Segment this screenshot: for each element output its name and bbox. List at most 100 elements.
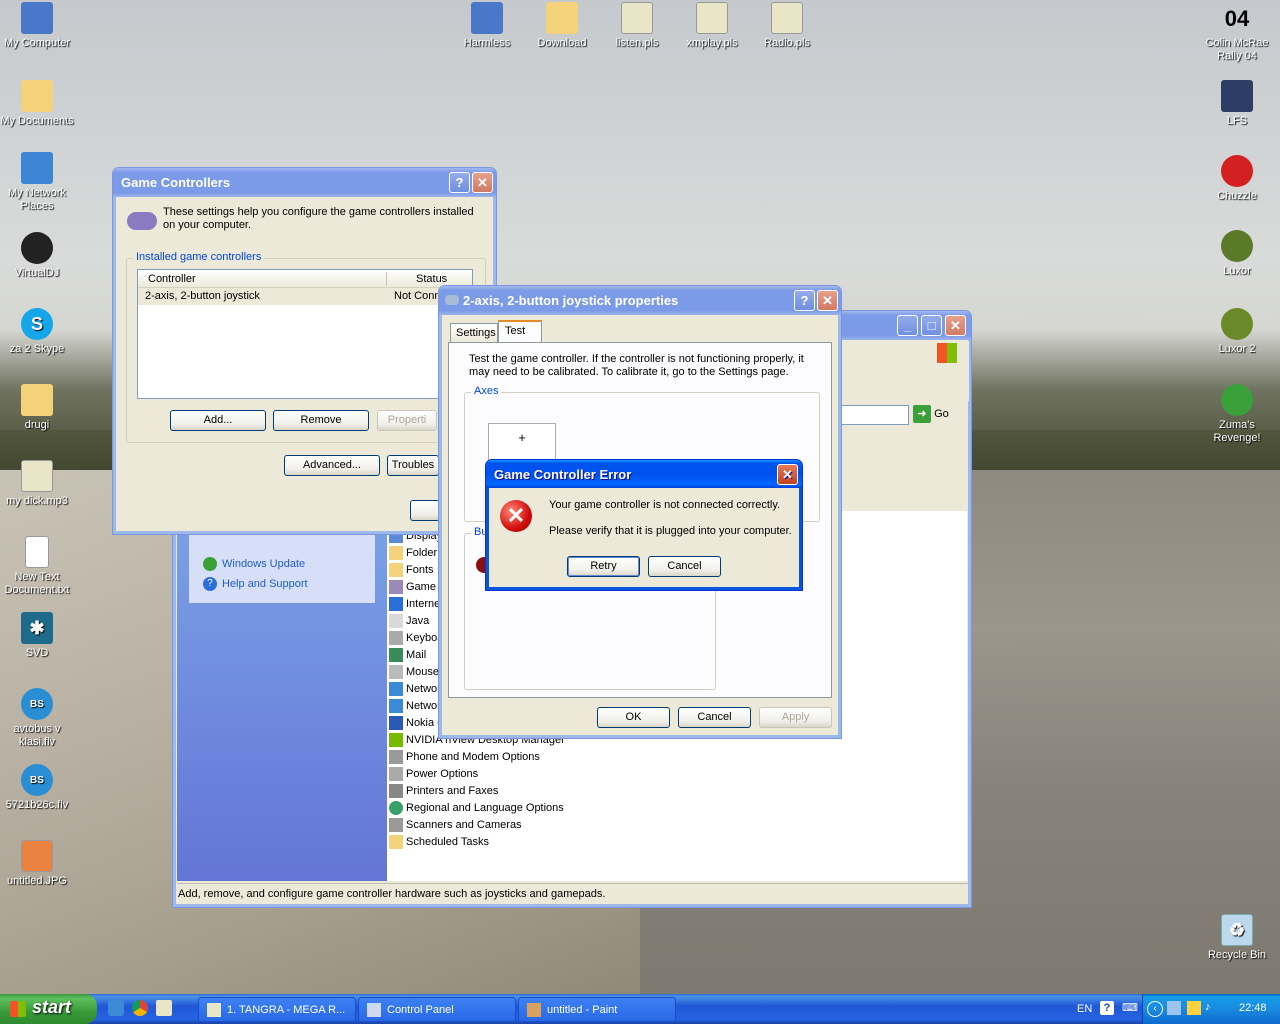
desktop-icon[interactable]: New Text Document.txt: [0, 536, 74, 597]
desktop-icon[interactable]: My Documents: [0, 80, 74, 128]
desktop-icon[interactable]: S za 2 Skype: [0, 308, 74, 356]
list-item[interactable]: Scheduled Tasks: [389, 835, 489, 852]
desktop-icon[interactable]: My Network Places: [0, 152, 74, 213]
list-item[interactable]: Networ: [389, 699, 441, 716]
language-indicator[interactable]: EN: [1077, 1003, 1092, 1015]
desktop-icon[interactable]: drugi: [0, 384, 74, 432]
list-item[interactable]: Printers and Faxes: [389, 784, 498, 801]
list-item[interactable]: Networ: [389, 682, 441, 699]
spider-icon: ✱: [21, 612, 53, 644]
cancel-button[interactable]: Cancel: [678, 707, 751, 728]
security-tray-icon[interactable]: [1187, 1001, 1201, 1015]
properties-button[interactable]: Properti: [377, 410, 437, 431]
group-label: Installed game controllers: [133, 251, 265, 263]
ok-button[interactable]: OK: [597, 707, 670, 728]
list-item[interactable]: Keyboa: [389, 631, 443, 648]
start-button[interactable]: start: [0, 994, 97, 1024]
controllers-listview[interactable]: Controller Status 2-axis, 2-button joyst…: [137, 269, 473, 399]
address-dropdown[interactable]: [841, 405, 909, 425]
clock[interactable]: 22:48: [1239, 1002, 1267, 1014]
list-item[interactable]: Power Options: [389, 767, 478, 784]
desktop-icon[interactable]: VirtualDJ: [0, 232, 74, 280]
flv-icon: BS: [21, 688, 53, 720]
table-row[interactable]: 2-axis, 2-button joystick Not Conn: [138, 288, 472, 305]
ie-icon[interactable]: [108, 1000, 124, 1016]
list-item[interactable]: Nokia C: [389, 716, 445, 733]
input-options-icon[interactable]: ⌨: [1122, 1001, 1138, 1015]
flv-icon: BS: [21, 764, 53, 796]
chevron-left-icon[interactable]: ‹: [1147, 1001, 1163, 1017]
taskbar-item-paint[interactable]: untitled - Paint: [518, 997, 676, 1022]
desktop-icon[interactable]: ♻ Recycle Bin: [1200, 914, 1274, 962]
help-button[interactable]: ?: [449, 172, 470, 193]
player-icon[interactable]: [156, 1000, 172, 1016]
maximize-button[interactable]: □: [921, 315, 942, 336]
list-item[interactable]: Interne: [389, 597, 440, 614]
game-controllers-titlebar[interactable]: Game Controllers ? ✕: [113, 168, 496, 197]
list-item[interactable]: Regional and Language Options: [389, 801, 564, 818]
desktop-icon[interactable]: ✱ SVD: [0, 612, 74, 660]
list-item[interactable]: Mail: [389, 648, 426, 665]
ok-button[interactable]: [410, 500, 440, 521]
axes-label: Axes: [471, 385, 502, 397]
help-icon[interactable]: ?: [1100, 1001, 1114, 1015]
desktop-icon[interactable]: BS avtobus v klasi.flv: [0, 688, 74, 749]
taskbar-item-tangra[interactable]: 1. TANGRA - MEGA R...: [198, 997, 356, 1022]
phone-modem-icon: [389, 750, 403, 764]
troubleshoot-button[interactable]: Troubles: [387, 455, 439, 476]
close-button[interactable]: ✕: [945, 315, 966, 336]
list-item[interactable]: Scanners and Cameras: [389, 818, 522, 835]
retry-button[interactable]: Retry: [567, 556, 640, 577]
fonts-icon: [389, 563, 403, 577]
error-dialog-titlebar[interactable]: Game Controller Error ✕: [486, 460, 802, 488]
link-windows-update[interactable]: Windows Update: [203, 557, 305, 571]
advanced-button[interactable]: Advanced...: [284, 455, 380, 476]
help-button[interactable]: ?: [794, 290, 815, 311]
column-header-controller[interactable]: Controller: [148, 273, 196, 285]
nvidia-icon: [389, 733, 403, 747]
list-item[interactable]: Mouse: [389, 665, 439, 682]
desktop-icon[interactable]: Zuma's Revenge!: [1200, 384, 1274, 445]
folder-icon: [21, 384, 53, 416]
desktop-icon[interactable]: xmplay.pls: [675, 2, 749, 50]
taskbar-item-control-panel[interactable]: Control Panel: [358, 997, 516, 1022]
column-header-status[interactable]: Status: [416, 273, 447, 285]
audio-file-icon: [21, 460, 53, 492]
desktop-icon[interactable]: Harmless: [450, 2, 524, 50]
tab-settings[interactable]: Settings: [450, 323, 498, 342]
add-button[interactable]: Add...: [170, 410, 266, 431]
mouse-icon: [389, 665, 403, 679]
desktop-icon[interactable]: my dick.mp3: [0, 460, 74, 508]
desktop-icon[interactable]: listen.pls: [600, 2, 674, 50]
network-tray-icon[interactable]: [1167, 1001, 1181, 1015]
apply-button[interactable]: Apply: [759, 707, 832, 728]
desktop-icon[interactable]: BS 5721b26c.flv: [0, 764, 74, 812]
volume-tray-icon[interactable]: ♪: [1205, 1001, 1219, 1015]
desktop-icon[interactable]: Radio.pls: [750, 2, 824, 50]
virtualdj-icon: [21, 232, 53, 264]
go-button[interactable]: ➜ Go: [913, 405, 957, 425]
close-button[interactable]: ✕: [817, 290, 838, 311]
link-help-and-support[interactable]: ? Help and Support: [203, 577, 308, 591]
cancel-button[interactable]: Cancel: [648, 556, 721, 577]
close-button[interactable]: ✕: [472, 172, 493, 193]
desktop-icon[interactable]: LFS: [1200, 80, 1274, 128]
controller-name: 2-axis, 2-button joystick: [145, 290, 260, 302]
close-button[interactable]: ✕: [777, 464, 798, 485]
joystick-properties-titlebar[interactable]: 2-axis, 2-button joystick properties ? ✕: [439, 286, 841, 315]
tab-test[interactable]: Test: [498, 320, 542, 343]
desktop-icon[interactable]: untitled.JPG: [0, 840, 74, 888]
list-item[interactable]: Fonts: [389, 563, 434, 580]
chrome-icon[interactable]: [132, 1000, 148, 1016]
power-options-icon: [389, 767, 403, 781]
desktop-icon[interactable]: Luxor 2: [1200, 308, 1274, 356]
minimize-button[interactable]: _: [897, 315, 918, 336]
desktop-icon[interactable]: My Computer: [0, 2, 74, 50]
list-item[interactable]: Phone and Modem Options: [389, 750, 540, 767]
desktop-icon[interactable]: 04 Colin McRae Rally 04: [1200, 2, 1274, 63]
desktop-icon[interactable]: Download: [525, 2, 599, 50]
list-item[interactable]: Java: [389, 614, 429, 631]
desktop-icon[interactable]: Chuzzle: [1200, 155, 1274, 203]
desktop-icon[interactable]: Luxor: [1200, 230, 1274, 278]
remove-button[interactable]: Remove: [273, 410, 369, 431]
